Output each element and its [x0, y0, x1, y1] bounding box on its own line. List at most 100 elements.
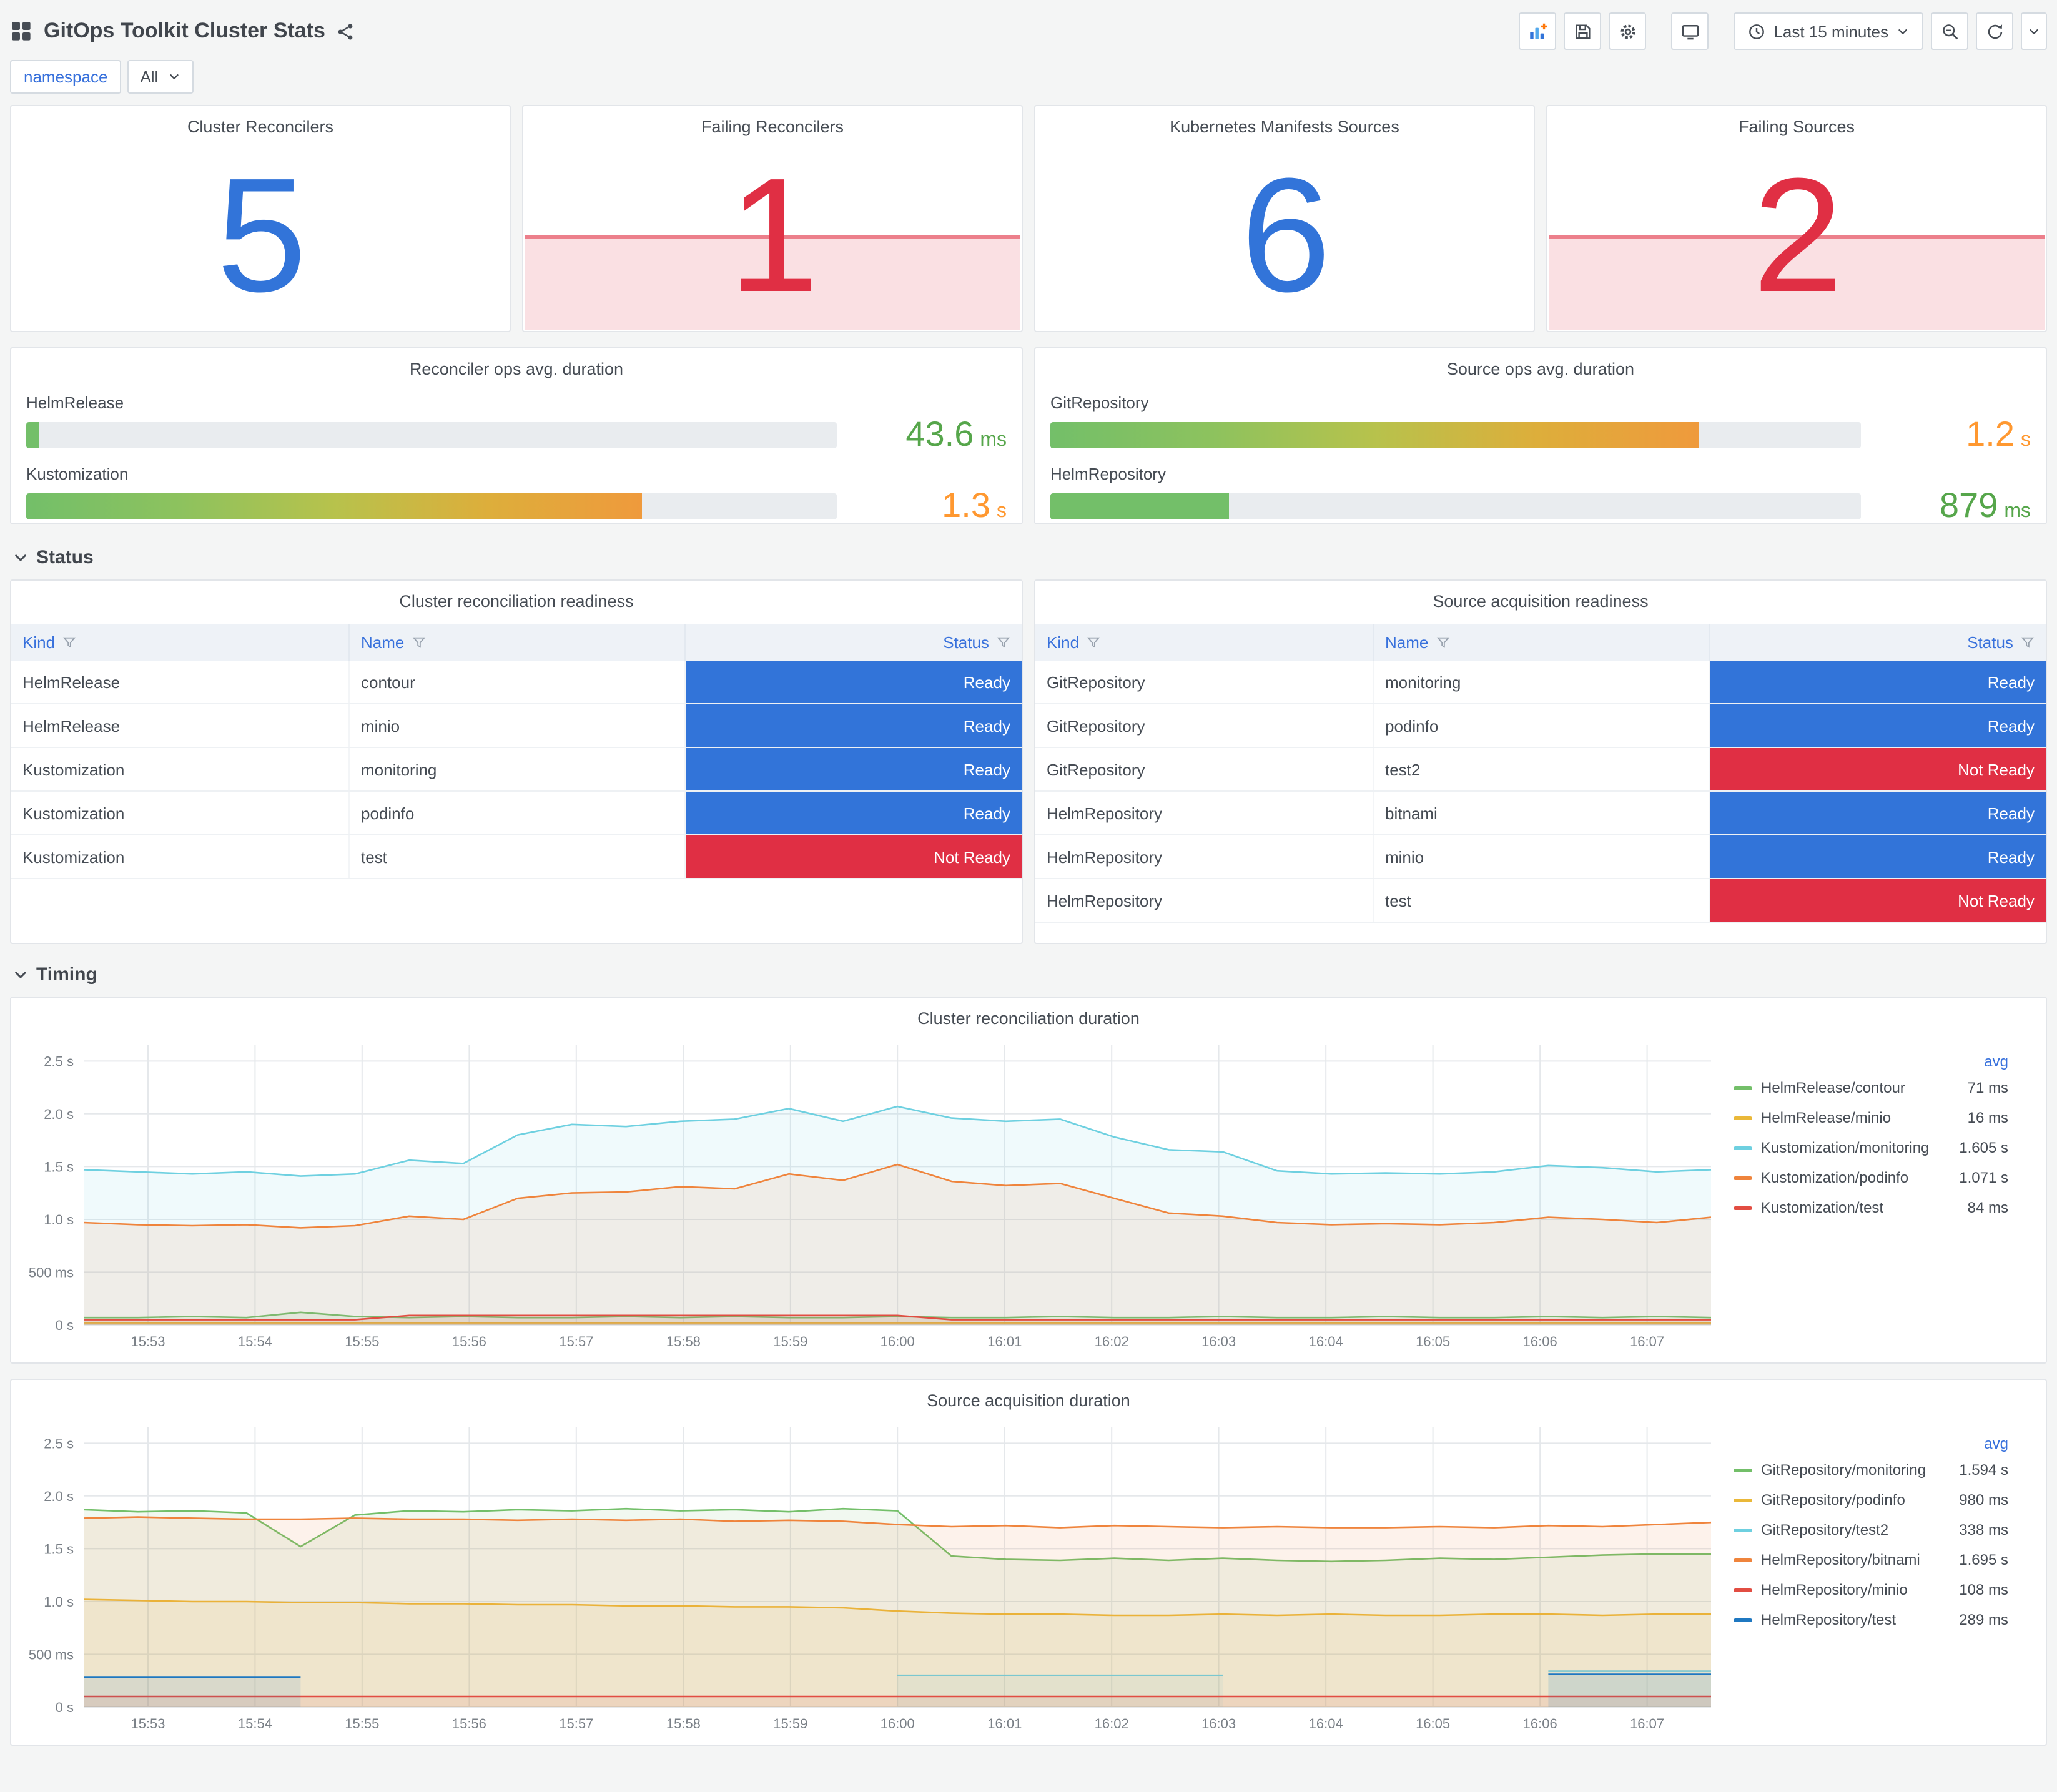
stat-panel-cluster-reconcilers: Cluster Reconcilers 5: [10, 105, 511, 332]
svg-text:16:02: 16:02: [1095, 1334, 1129, 1349]
svg-text:15:56: 15:56: [452, 1334, 486, 1349]
cell-name: test: [1374, 879, 1710, 922]
cell-name: test2: [1374, 748, 1710, 791]
column-header-status[interactable]: Status: [685, 624, 1022, 661]
filter-icon: [1087, 638, 1100, 649]
panel-title[interactable]: Failing Sources: [1547, 106, 2046, 139]
legend-item[interactable]: GitRepository/monitoring 1.594 s: [1734, 1455, 2008, 1485]
refresh-interval-dropdown[interactable]: [2021, 12, 2047, 50]
legend-item[interactable]: HelmRepository/test 289 ms: [1734, 1605, 2008, 1635]
legend-item[interactable]: HelmRelease/contour 71 ms: [1734, 1073, 2008, 1103]
series-color-swatch: [1734, 1176, 1752, 1180]
share-button[interactable]: [337, 22, 355, 41]
status-cell: Ready: [685, 704, 1022, 747]
variable-label[interactable]: namespace: [10, 59, 122, 93]
series-color-swatch: [1734, 1146, 1752, 1150]
save-dashboard-button[interactable]: [1564, 12, 1602, 50]
zoom-out-button[interactable]: [1931, 12, 1968, 50]
svg-text:16:03: 16:03: [1201, 1334, 1236, 1349]
panel-title[interactable]: Cluster Reconcilers: [11, 106, 510, 139]
panel-title[interactable]: Failing Reconcilers: [523, 106, 1022, 139]
share-icon: [338, 23, 353, 39]
column-header-name[interactable]: Name: [350, 624, 686, 661]
svg-text:15:55: 15:55: [345, 1716, 379, 1731]
refresh-button[interactable]: [1976, 12, 2013, 50]
chart-legend: avg HelmRelease/contour 71 ms HelmReleas…: [1719, 1030, 2038, 1357]
add-panel-button[interactable]: [1519, 12, 1557, 50]
section-header-timing[interactable]: Timing: [10, 952, 2047, 997]
cell-kind: HelmRelease: [11, 704, 350, 747]
svg-text:500 ms: 500 ms: [29, 1647, 74, 1663]
dashboard-settings-button[interactable]: [1609, 12, 1647, 50]
legend-item[interactable]: Kustomization/monitoring 1.605 s: [1734, 1133, 2008, 1163]
column-header-kind[interactable]: Kind: [11, 624, 350, 661]
panel-cluster-reconciliation-readiness: Cluster reconciliation readiness Kind Na…: [10, 579, 1023, 944]
gauge-track: [26, 493, 837, 519]
svg-text:15:57: 15:57: [559, 1334, 593, 1349]
status-cell: Ready: [685, 792, 1022, 835]
status-cell: Ready: [685, 748, 1022, 791]
panel-title[interactable]: Source ops avg. duration: [1050, 348, 2031, 381]
legend-item[interactable]: GitRepository/podinfo 980 ms: [1734, 1485, 2008, 1515]
panel-reconciler-ops-duration: Reconciler ops avg. duration HelmRelease…: [10, 347, 1023, 524]
chevron-down-icon: [15, 554, 26, 561]
time-series-plot[interactable]: 0 s 500 ms 1.0 s 1.5 s 2.0 s 2.5 s 15:53 15:54 1…: [19, 1030, 1719, 1357]
time-series-plot[interactable]: 0 s 500 ms 1.0 s 1.5 s 2.0 s 2.5 s 15:53 15:54 1…: [19, 1412, 1719, 1740]
chevron-down-icon: [169, 74, 179, 79]
cycle-view-button[interactable]: [1671, 12, 1709, 50]
status-cell: Ready: [1709, 792, 2046, 835]
variable-value-dropdown[interactable]: All: [127, 59, 194, 93]
panel-title[interactable]: Source acquisition readiness: [1035, 581, 2046, 613]
gauge-bar: [1050, 493, 1229, 519]
add-panel-icon: [1529, 22, 1547, 39]
status-cell: Ready: [1709, 704, 2046, 747]
column-header-status[interactable]: Status: [1709, 624, 2046, 661]
panel-source-ops-duration: Source ops avg. duration GitRepository 1…: [1034, 347, 2047, 524]
svg-text:2.0 s: 2.0 s: [44, 1106, 74, 1122]
section-header-status[interactable]: Status: [10, 534, 2047, 579]
section-title: Status: [36, 546, 94, 568]
time-range-picker[interactable]: Last 15 minutes: [1734, 12, 1923, 50]
panel-title[interactable]: Kubernetes Manifests Sources: [1035, 106, 1534, 139]
cell-kind: Kustomization: [11, 792, 350, 835]
cell-name: monitoring: [1374, 661, 1710, 704]
table-row: GitRepository podinfo Ready: [1035, 704, 2046, 749]
svg-text:0 s: 0 s: [56, 1700, 74, 1715]
cell-kind: HelmRepository: [1035, 835, 1374, 879]
table-row: HelmRepository test Not Ready: [1035, 879, 2046, 923]
legend-avg-header[interactable]: avg: [1734, 1432, 2008, 1455]
dashboard-grid-icon[interactable]: [10, 20, 32, 42]
svg-text:2.5 s: 2.5 s: [44, 1054, 74, 1070]
column-header-kind[interactable]: Kind: [1035, 624, 1374, 661]
table-row: Kustomization test Not Ready: [11, 835, 1022, 880]
panel-title[interactable]: Reconciler ops avg. duration: [26, 348, 1007, 381]
series-color-swatch: [1734, 1528, 1752, 1532]
chevron-down-icon: [2030, 29, 2038, 34]
legend-item[interactable]: HelmRepository/bitnami 1.695 s: [1734, 1545, 2008, 1575]
svg-text:16:01: 16:01: [987, 1716, 1022, 1731]
panel-title[interactable]: Cluster reconciliation readiness: [11, 581, 1022, 613]
gauge-track: [26, 421, 837, 448]
gauge-row-helmrepository: HelmRepository 879 ms: [1050, 465, 2031, 523]
svg-text:15:57: 15:57: [559, 1716, 593, 1731]
svg-text:16:07: 16:07: [1630, 1716, 1664, 1731]
series-color-swatch: [1734, 1468, 1752, 1472]
legend-item[interactable]: Kustomization/test 84 ms: [1734, 1193, 2008, 1223]
svg-text:16:04: 16:04: [1309, 1334, 1343, 1349]
apps-grid-icon: [12, 22, 31, 41]
legend-item[interactable]: Kustomization/podinfo 1.071 s: [1734, 1163, 2008, 1193]
series-color-swatch: [1734, 1558, 1752, 1562]
cell-name: podinfo: [350, 792, 686, 835]
legend-avg-header[interactable]: avg: [1734, 1050, 2008, 1073]
svg-text:15:56: 15:56: [452, 1716, 486, 1731]
legend-item[interactable]: HelmRelease/minio 16 ms: [1734, 1103, 2008, 1133]
panel-title[interactable]: Cluster reconciliation duration: [19, 998, 2038, 1030]
panel-title[interactable]: Source acquisition duration: [19, 1380, 2038, 1412]
table-row: HelmRepository bitnami Ready: [1035, 792, 2046, 836]
stat-row: Cluster Reconcilers 5 Failing Reconciler…: [10, 105, 2047, 332]
gauge-value: 1.3 s: [942, 486, 1007, 525]
legend-item[interactable]: GitRepository/test2 338 ms: [1734, 1515, 2008, 1545]
legend-item[interactable]: HelmRepository/minio 108 ms: [1734, 1575, 2008, 1605]
cell-name: podinfo: [1374, 704, 1710, 747]
column-header-name[interactable]: Name: [1374, 624, 1710, 661]
